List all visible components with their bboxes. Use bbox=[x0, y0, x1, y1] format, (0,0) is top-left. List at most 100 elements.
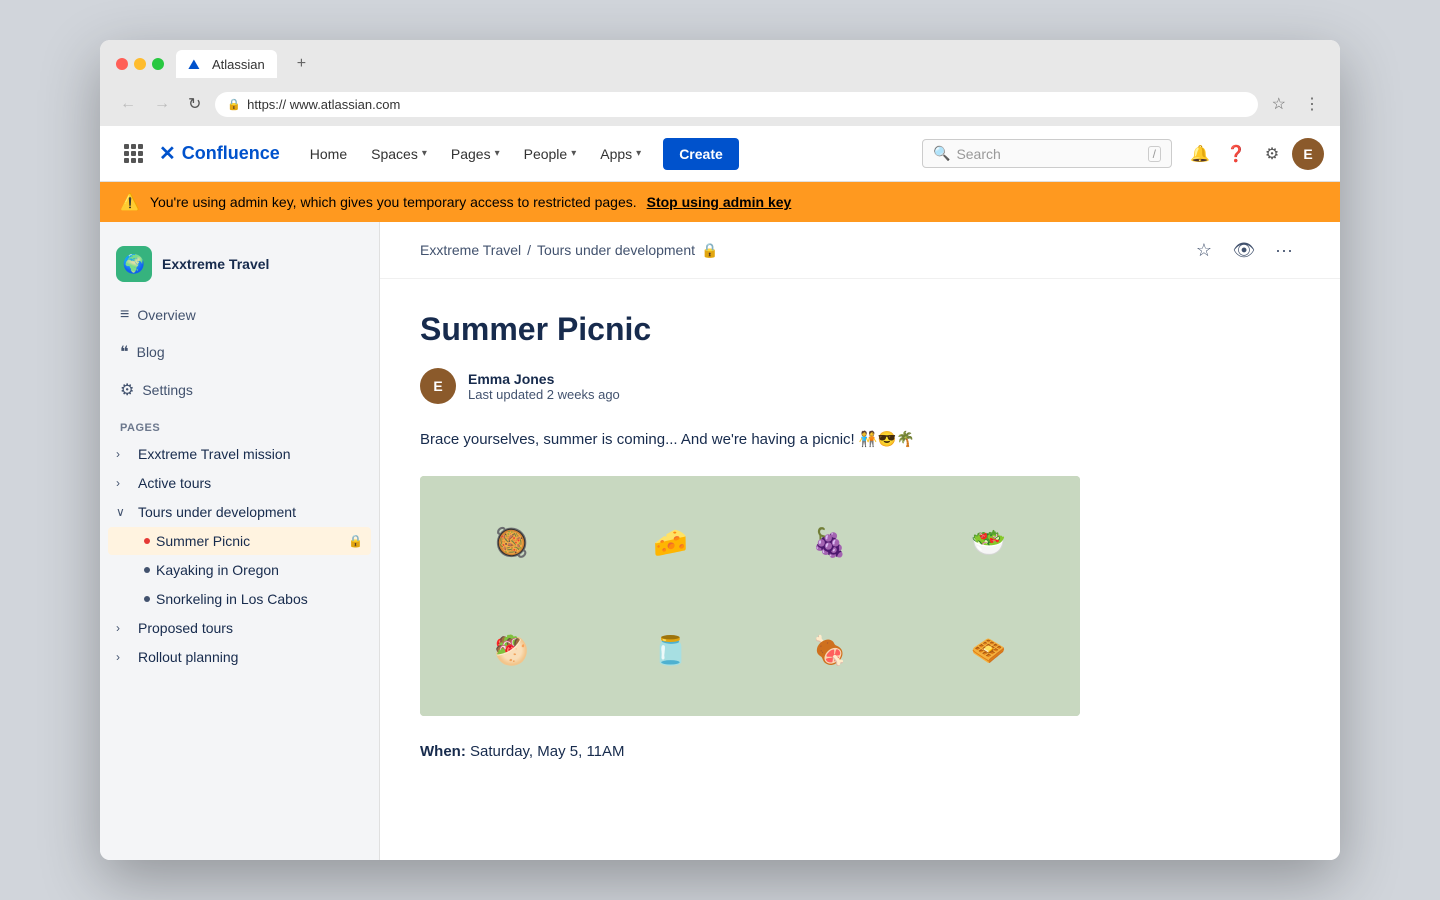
space-icon: 🌍 bbox=[116, 246, 152, 282]
expand-arrow-icon: › bbox=[116, 650, 132, 664]
search-placeholder: Search bbox=[956, 146, 1141, 162]
browser-tab[interactable]: ⛰ Atlassian bbox=[176, 50, 277, 78]
help-button[interactable]: ❓ bbox=[1220, 138, 1252, 170]
browser-window: ⛰ Atlassian + ← → ↻ 🔒 https:// www.atlas… bbox=[100, 40, 1340, 860]
url-text: https:// www.atlassian.com bbox=[247, 97, 400, 112]
nav-spaces[interactable]: Spaces ▾ bbox=[361, 140, 437, 168]
nav-icons: 🔔 ❓ ⚙ E bbox=[1184, 138, 1324, 170]
author-name: Emma Jones bbox=[468, 371, 620, 387]
sidebar-item-proposed-tours[interactable]: › Proposed tours bbox=[108, 614, 371, 642]
breadcrumb-parent[interactable]: Tours under development bbox=[537, 242, 695, 258]
search-shortcut-key: / bbox=[1148, 146, 1161, 162]
watch-page-button[interactable]: 👁 bbox=[1228, 234, 1260, 266]
address-bar: ← → ↻ 🔒 https:// www.atlassian.com ☆ ⋮ bbox=[100, 86, 1340, 126]
logo-text: Confluence bbox=[182, 143, 280, 164]
sidebar-item-overview[interactable]: ≡ Overview bbox=[108, 298, 371, 332]
page-hero-image: 🥘 🧀 🍇 🥗 🥙 🫙 🍖 🧇 bbox=[420, 476, 1080, 716]
food-item-1: 🥘 bbox=[436, 492, 587, 592]
when-label: When: bbox=[420, 743, 466, 760]
page-name: Exxtreme Travel mission bbox=[138, 446, 363, 462]
atlassian-tab-icon: ⛰ bbox=[188, 56, 204, 72]
browser-more-button[interactable]: ⋮ bbox=[1300, 90, 1324, 118]
apps-grid-button[interactable] bbox=[116, 136, 151, 171]
confluence-icon: ✕ bbox=[159, 141, 176, 166]
settings-icon: ⚙ bbox=[120, 380, 134, 400]
page-name: Active tours bbox=[138, 475, 363, 491]
food-item-8: 🧇 bbox=[913, 600, 1064, 700]
confluence-logo[interactable]: ✕ Confluence bbox=[159, 141, 280, 166]
active-bullet bbox=[144, 538, 150, 544]
user-avatar[interactable]: E bbox=[1292, 138, 1324, 170]
sidebar-item-kayaking-in-oregon[interactable]: Kayaking in Oregon bbox=[108, 556, 371, 584]
page-content: Exxtreme Travel / Tours under developmen… bbox=[380, 222, 1340, 860]
page-when: When: Saturday, May 5, 11AM bbox=[420, 740, 1200, 764]
author-row: E Emma Jones Last updated 2 weeks ago bbox=[420, 368, 1200, 404]
close-button[interactable] bbox=[116, 58, 128, 70]
browser-chrome: ⛰ Atlassian + ← → ↻ 🔒 https:// www.atlas… bbox=[100, 40, 1340, 126]
breadcrumb: Exxtreme Travel / Tours under developmen… bbox=[420, 242, 718, 259]
back-button[interactable]: ← bbox=[116, 91, 140, 117]
address-input[interactable]: 🔒 https:// www.atlassian.com bbox=[215, 92, 1257, 117]
nav-people[interactable]: People ▾ bbox=[514, 140, 587, 168]
food-item-4: 🥗 bbox=[913, 492, 1064, 592]
app-content: ✕ Confluence Home Spaces ▾ Pages ▾ Peopl… bbox=[100, 126, 1340, 860]
sidebar-item-summer-picnic[interactable]: Summer Picnic 🔒 bbox=[108, 527, 371, 555]
title-bar: ⛰ Atlassian + bbox=[100, 40, 1340, 86]
settings-button[interactable]: ⚙ bbox=[1256, 138, 1288, 170]
sidebar-item-active-tours[interactable]: › Active tours bbox=[108, 469, 371, 497]
expand-arrow-icon: › bbox=[116, 621, 132, 635]
expand-arrow-icon: › bbox=[116, 447, 132, 461]
search-box[interactable]: 🔍 Search / bbox=[922, 139, 1172, 168]
warning-icon: ⚠️ bbox=[120, 192, 140, 212]
top-navigation: ✕ Confluence Home Spaces ▾ Pages ▾ Peopl… bbox=[100, 126, 1340, 182]
apps-chevron-icon: ▾ bbox=[636, 148, 641, 159]
sidebar-item-exxtreme-travel-mission[interactable]: › Exxtreme Travel mission bbox=[108, 440, 371, 468]
minimize-button[interactable] bbox=[134, 58, 146, 70]
space-header: 🌍 Exxtreme Travel bbox=[100, 238, 379, 298]
sidebar-item-tours-under-development[interactable]: ∨ Tours under development bbox=[108, 498, 371, 526]
overview-icon: ≡ bbox=[120, 306, 129, 324]
nav-pages[interactable]: Pages ▾ bbox=[441, 140, 510, 168]
notifications-button[interactable]: 🔔 bbox=[1184, 138, 1216, 170]
page-toolbar: Exxtreme Travel / Tours under developmen… bbox=[380, 222, 1340, 279]
warning-text: You're using admin key, which gives you … bbox=[150, 194, 637, 210]
people-chevron-icon: ▾ bbox=[571, 148, 576, 159]
expand-arrow-icon: › bbox=[116, 476, 132, 490]
blog-icon: ❝ bbox=[120, 342, 129, 362]
food-item-7: 🍖 bbox=[754, 600, 905, 700]
forward-button[interactable]: → bbox=[150, 91, 174, 117]
page-name: Proposed tours bbox=[138, 620, 363, 636]
tab-title: Atlassian bbox=[212, 57, 265, 72]
reload-button[interactable]: ↻ bbox=[184, 90, 205, 118]
blog-label: Blog bbox=[137, 344, 165, 360]
main-layout: 🌍 Exxtreme Travel ≡ Overview ❝ Blog ⚙ bbox=[100, 222, 1340, 860]
breadcrumb-space[interactable]: Exxtreme Travel bbox=[420, 242, 521, 258]
sidebar-item-settings[interactable]: ⚙ Settings bbox=[108, 372, 371, 408]
ssl-lock-icon: 🔒 bbox=[227, 98, 241, 111]
sidebar-item-snorkeling-in-los-cabos[interactable]: Snorkeling in Los Cabos bbox=[108, 585, 371, 613]
stop-admin-key-link[interactable]: Stop using admin key bbox=[647, 194, 792, 210]
admin-warning-banner: ⚠️ You're using admin key, which gives y… bbox=[100, 182, 1340, 222]
sidebar-item-blog[interactable]: ❝ Blog bbox=[108, 334, 371, 370]
nav-menu: Home Spaces ▾ Pages ▾ People ▾ Apps ▾ bbox=[300, 138, 922, 170]
space-name: Exxtreme Travel bbox=[162, 256, 269, 272]
sidebar: 🌍 Exxtreme Travel ≡ Overview ❝ Blog ⚙ bbox=[100, 222, 380, 860]
sidebar-item-rollout-planning[interactable]: › Rollout planning bbox=[108, 643, 371, 671]
pages-section-label: PAGES bbox=[100, 410, 379, 440]
bookmark-button[interactable]: ☆ bbox=[1268, 90, 1290, 118]
create-button[interactable]: Create bbox=[663, 138, 739, 170]
page-lock-breadcrumb: 🔒 bbox=[701, 242, 718, 259]
page-name: Snorkeling in Los Cabos bbox=[156, 591, 363, 607]
page-more-button[interactable]: ··· bbox=[1268, 234, 1300, 266]
search-icon: 🔍 bbox=[933, 145, 950, 162]
nav-home[interactable]: Home bbox=[300, 140, 357, 168]
overview-label: Overview bbox=[137, 307, 195, 323]
page-intro: Brace yourselves, summer is coming... An… bbox=[420, 428, 1200, 452]
page-name: Kayaking in Oregon bbox=[156, 562, 363, 578]
nav-apps[interactable]: Apps ▾ bbox=[590, 140, 651, 168]
when-value: Saturday, May 5, 11AM bbox=[470, 743, 625, 760]
maximize-button[interactable] bbox=[152, 58, 164, 70]
star-page-button[interactable]: ☆ bbox=[1188, 234, 1220, 266]
food-item-5: 🥙 bbox=[436, 600, 587, 700]
new-tab-button[interactable]: + bbox=[289, 51, 314, 77]
